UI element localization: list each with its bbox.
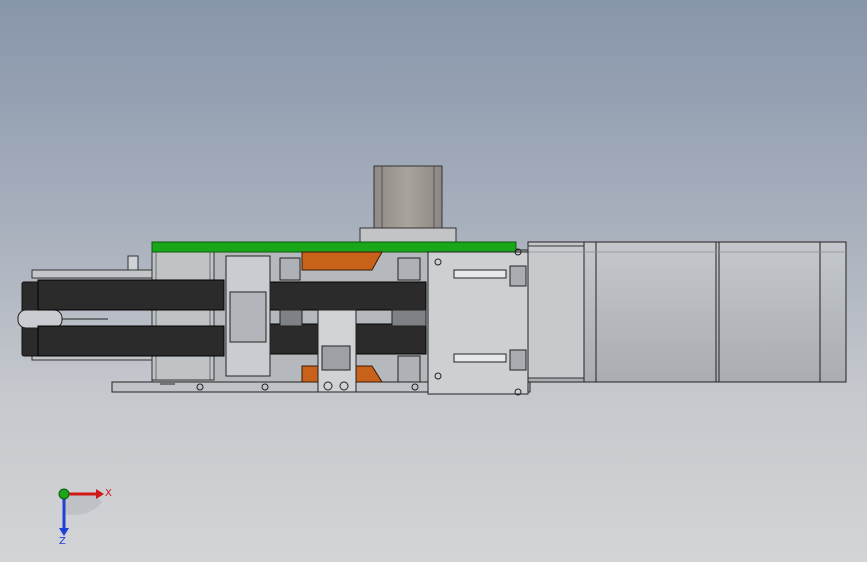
x-axis-label: X <box>105 488 112 499</box>
coordinate-triad: X Z <box>58 488 112 547</box>
pcb-board <box>151 241 517 253</box>
cad-viewport[interactable]: X Z <box>0 0 867 562</box>
z-axis-label: Z <box>59 536 66 547</box>
stepper-motor <box>359 165 457 243</box>
linear-module-housing <box>527 241 847 383</box>
slider-bracket <box>317 309 357 393</box>
cad-model[interactable] <box>0 0 867 562</box>
carriage-plate <box>427 248 529 396</box>
center-block <box>225 255 271 377</box>
